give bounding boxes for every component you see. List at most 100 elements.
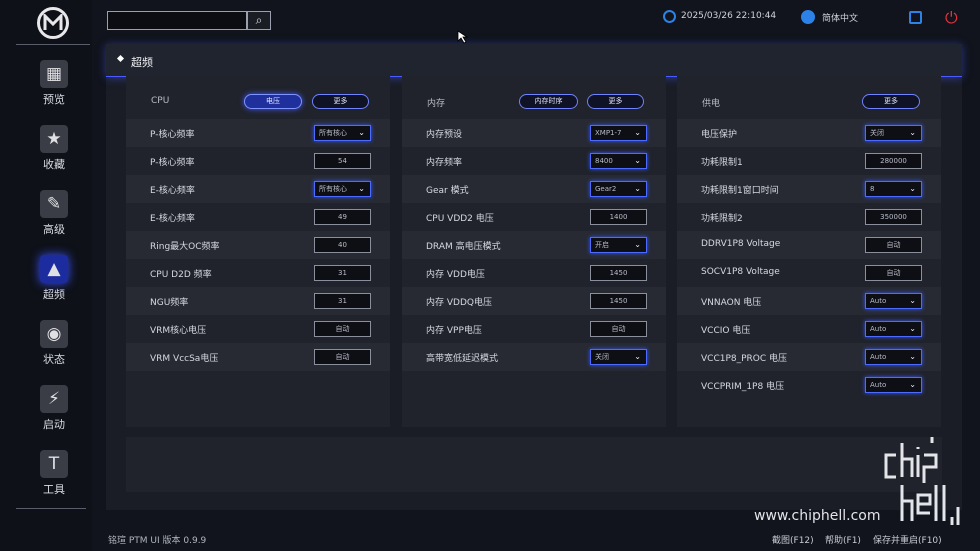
setting-dropdown[interactable]: 所有核心 ⌄ [314,181,371,197]
setting-value: 自动 [335,325,350,333]
column-tab-button[interactable]: 更多 [312,94,369,109]
setting-label: 功耗限制2 [701,214,743,224]
setting-row: CPU D2D 频率 31 [126,259,390,287]
sidebar-item-6[interactable]: T 工具 [34,450,74,506]
setting-dropdown[interactable]: 开启 ⌄ [590,237,647,253]
sidebar-item-0[interactable]: ▦ 预览 [34,60,74,116]
setting-dropdown[interactable]: Auto ⌄ [865,321,922,337]
search-button[interactable]: ⌕ [247,11,271,30]
setting-value: 自动 [335,353,350,361]
setting-value-input[interactable]: 31 [314,265,371,281]
setting-label: 内存 VDDQ电压 [426,298,492,308]
setting-value-input[interactable]: 54 [314,153,371,169]
setting-value-input[interactable]: 280000 [865,153,922,169]
setting-value-input[interactable]: 自动 [865,237,922,253]
setting-value: Auto [870,381,887,389]
setting-row: E-核心频率 49 [126,203,390,231]
setting-value-input[interactable]: 1400 [590,209,647,225]
sidebar-item-label: 工具 [43,483,65,496]
setting-row: 功耗限制1 280000 [677,147,941,175]
setting-label: VRM VccSa电压 [150,354,219,364]
setting-value-input[interactable]: 自动 [314,321,371,337]
search-input[interactable] [107,11,247,30]
setting-value: 1400 [609,213,628,221]
setting-value: 自动 [611,325,626,333]
watermark-url: www.chiphell.com [754,508,881,524]
setting-label: E-核心频率 [150,186,195,196]
setting-row: DDRV1P8 Voltage 自动 [677,231,941,259]
setting-value-input[interactable]: 40 [314,237,371,253]
globe-icon[interactable] [801,10,815,24]
setting-dropdown[interactable]: 8 ⌄ [865,181,922,197]
setting-value-input[interactable]: 1450 [590,265,647,281]
help-button[interactable]: 帮助(F1) [825,533,861,546]
chevron-down-icon: ⌄ [909,380,916,389]
setting-label: 内存 VDD电压 [426,270,485,280]
page-title: 超频 [131,56,153,69]
setting-value: Auto [870,325,887,333]
setting-value: 8400 [595,157,613,165]
chevron-down-icon: ⌄ [909,324,916,333]
setting-dropdown[interactable]: XMP1-7 ⌄ [590,125,647,141]
setting-row: SOCV1P8 Voltage 自动 [677,259,941,287]
power-icon[interactable]: ⏻ [945,8,958,28]
setting-value: Auto [870,353,887,361]
setting-value-input[interactable]: 1450 [590,293,647,309]
setting-label: CPU D2D 频率 [150,270,212,280]
column-tab-button[interactable]: 内存时序 [519,94,578,109]
sidebar-item-label: 预览 [43,93,65,106]
column-tab-button[interactable]: 电压 [244,94,302,109]
setting-row: 内存 VDDQ电压 1450 [402,287,666,315]
chevron-down-icon: ⌄ [634,352,641,361]
setting-label: 电压保护 [701,130,738,140]
setting-label: Gear 模式 [426,186,469,196]
setting-value-input[interactable]: 自动 [314,349,371,365]
setting-label: CPU VDD2 电压 [426,214,494,224]
setting-value: XMP1-7 [595,129,622,137]
sidebar-item-1[interactable]: ★ 收藏 [34,125,74,181]
sidebar-item-3[interactable]: ▲ 超频 [34,255,74,311]
ssd-icon: ⚡ [40,385,68,413]
sidebar-item-5[interactable]: ⚡ 启动 [34,385,74,441]
setting-dropdown[interactable]: 关闭 ⌄ [865,125,922,141]
datetime: 2025/03/26 22:10:44 [681,11,777,21]
setting-value: 8 [870,185,875,193]
setting-label: P-核心频率 [150,130,195,140]
setting-dropdown[interactable]: Auto ⌄ [865,293,922,309]
chevron-down-icon: ⌄ [634,156,641,165]
setting-value: 1450 [609,269,628,277]
screenshot-button[interactable]: 截图(F12) [772,533,814,546]
setting-value: 49 [338,213,347,221]
setting-row: 内存频率 8400 ⌄ [402,147,666,175]
setting-dropdown[interactable]: Auto ⌄ [865,349,922,365]
setting-dropdown[interactable]: 关闭 ⌄ [590,349,647,365]
sidebar-item-4[interactable]: ◉ 状态 [34,320,74,376]
sidebar-item-label: 状态 [43,353,65,366]
setting-row: VRM VccSa电压 自动 [126,343,390,371]
chevron-down-icon: ⌄ [909,352,916,361]
chevron-down-icon: ⌄ [909,128,916,137]
language-selector[interactable]: 简体中文 [822,11,858,24]
setting-label: E-核心频率 [150,214,195,224]
save-icon[interactable] [909,11,922,24]
column-tab-button[interactable]: 更多 [862,94,920,109]
sidebar-item-2[interactable]: ✎ 高级 [34,190,74,246]
setting-row: P-核心频率 所有核心 ⌄ [126,119,390,147]
setting-value: 开启 [595,241,609,249]
setting-label: SOCV1P8 Voltage [701,267,780,277]
save-restart-button[interactable]: 保存并重启(F10) [873,533,942,546]
setting-value-input[interactable]: 350000 [865,209,922,225]
setting-row: Ring最大OC频率 40 [126,231,390,259]
setting-dropdown[interactable]: 所有核心 ⌄ [314,125,371,141]
setting-value-input[interactable]: 49 [314,209,371,225]
setting-value-input[interactable]: 自动 [865,265,922,281]
column-tab-button[interactable]: 更多 [587,94,644,109]
grid-icon: ▦ [40,60,68,88]
setting-row: 电压保护 关闭 ⌄ [677,119,941,147]
setting-value-input[interactable]: 31 [314,293,371,309]
setting-row: Gear 模式 Gear2 ⌄ [402,175,666,203]
setting-dropdown[interactable]: Gear2 ⌄ [590,181,647,197]
setting-dropdown[interactable]: Auto ⌄ [865,377,922,393]
setting-dropdown[interactable]: 8400 ⌄ [590,153,647,169]
setting-value-input[interactable]: 自动 [590,321,647,337]
